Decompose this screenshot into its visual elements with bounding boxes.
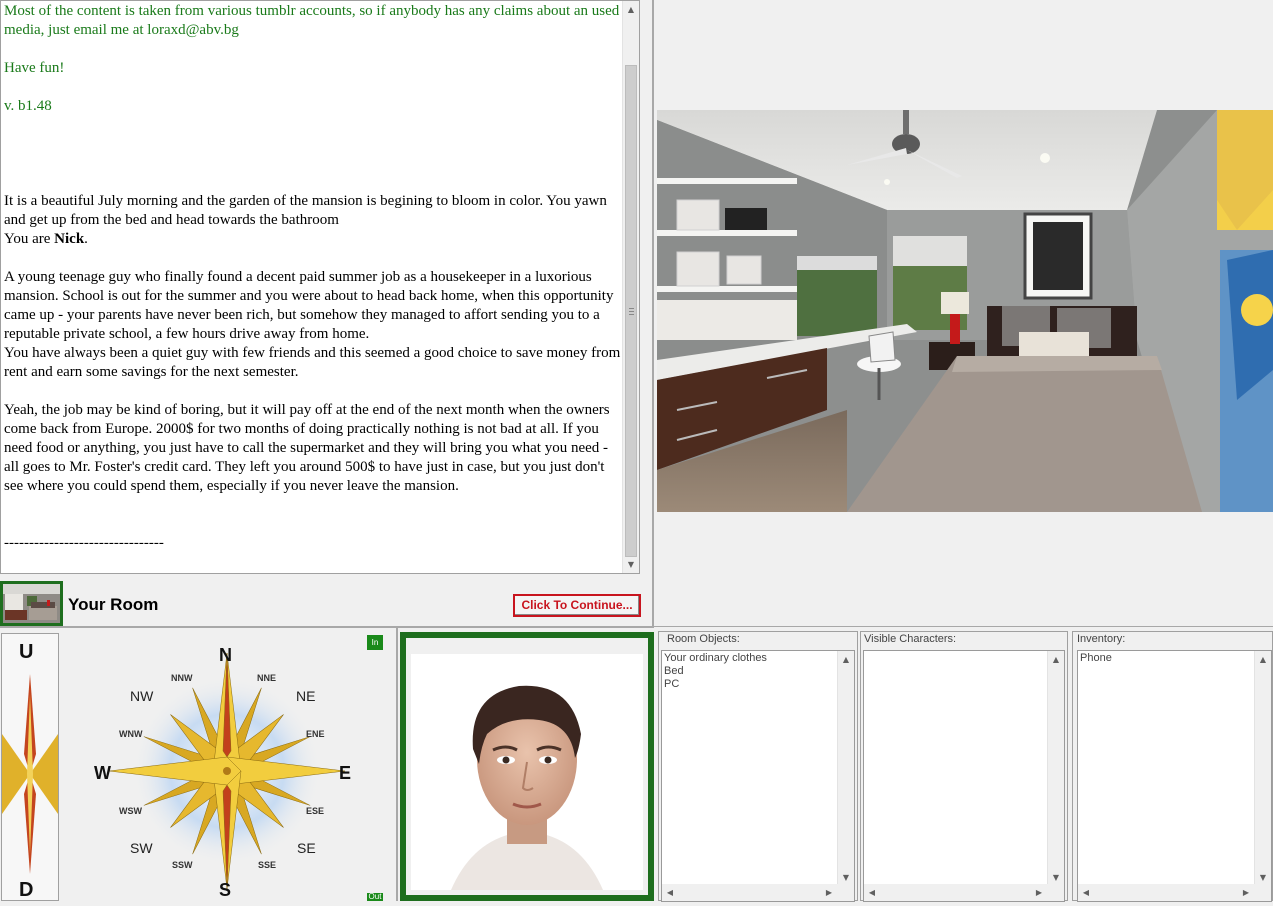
compass-sse[interactable]: SSE: [258, 860, 276, 870]
you-are-suffix: .: [84, 231, 88, 247]
scroll-down-arrow-icon[interactable]: ▼: [623, 556, 639, 573]
story-text-pane[interactable]: Most of the content is taken from variou…: [0, 0, 640, 574]
room-object-item[interactable]: Your ordinary clothes: [664, 652, 767, 665]
intro-line-credits: Most of the content is taken from variou…: [4, 3, 620, 38]
inventory-hscroll[interactable]: ◀ ▶: [1078, 884, 1254, 901]
scroll-right-arrow-icon[interactable]: ▶: [821, 884, 837, 901]
compass-divider: [396, 628, 398, 901]
out-button[interactable]: Out: [367, 893, 383, 901]
compass-northeast[interactable]: NE: [296, 688, 315, 704]
scene-image: [657, 110, 1273, 512]
player-name: Nick: [54, 231, 85, 247]
inventory-item[interactable]: Phone: [1080, 652, 1112, 665]
character-portrait-frame[interactable]: [400, 632, 654, 901]
room-objects-vscroll[interactable]: ▲ ▼: [837, 651, 854, 886]
compass-ene[interactable]: ENE: [306, 729, 325, 739]
compass-wnw[interactable]: WNW: [119, 729, 143, 739]
scroll-left-arrow-icon[interactable]: ◀: [1078, 884, 1094, 901]
inventory-title: Inventory:: [1077, 633, 1126, 645]
visible-characters-hscroll[interactable]: ◀ ▶: [864, 884, 1047, 901]
pane-divider: [652, 0, 654, 626]
room-objects-hscroll[interactable]: ◀ ▶: [662, 884, 837, 901]
story-paragraph: A young teenage guy who finally found a …: [4, 269, 614, 342]
player-portrait-image: [411, 654, 643, 890]
inventory-vscroll[interactable]: ▲ ▼: [1254, 651, 1271, 886]
up-down-star-graphic: [2, 674, 58, 874]
scroll-up-arrow-icon[interactable]: ▲: [838, 651, 854, 668]
inventory-panel: Inventory: Phone ▲ ▼ ◀ ▶: [1072, 631, 1273, 902]
visible-characters-panel: Visible Characters: ▲ ▼ ◀ ▶: [860, 631, 1068, 902]
inventory-list[interactable]: Phone ▲ ▼ ◀ ▶: [1077, 650, 1272, 902]
down-direction[interactable]: D: [19, 879, 33, 902]
compass-southwest[interactable]: SW: [130, 840, 153, 856]
character-portrait: [411, 654, 643, 890]
compass-north[interactable]: N: [219, 645, 232, 666]
compass-nnw[interactable]: NNW: [171, 673, 193, 683]
visible-characters-title: Visible Characters:: [864, 633, 957, 645]
compass-west[interactable]: W: [94, 763, 111, 784]
scroll-thumb[interactable]: [625, 65, 637, 557]
story-paragraph: Yeah, the job may be kind of boring, but…: [4, 402, 610, 494]
story-paragraph: You have always been a quiet guy with fe…: [4, 345, 621, 380]
location-thumbnail: [0, 581, 63, 626]
room-objects-title: Room Objects:: [667, 633, 740, 645]
room-objects-list[interactable]: Your ordinary clothes Bed PC ▲ ▼ ◀ ▶: [661, 650, 855, 902]
story-scrollbar[interactable]: ▲ ▼: [622, 1, 639, 573]
visible-characters-list[interactable]: ▲ ▼ ◀ ▶: [863, 650, 1065, 902]
room-object-item[interactable]: PC: [664, 678, 767, 691]
scroll-left-arrow-icon[interactable]: ◀: [864, 884, 880, 901]
scroll-right-arrow-icon[interactable]: ▶: [1238, 884, 1254, 901]
up-down-compass: [1, 633, 59, 901]
up-direction[interactable]: U: [19, 641, 33, 664]
scroll-up-arrow-icon[interactable]: ▲: [1048, 651, 1064, 668]
compass-wsw[interactable]: WSW: [119, 806, 142, 816]
room-objects-panel: Room Objects: Your ordinary clothes Bed …: [658, 631, 858, 902]
visible-characters-vscroll[interactable]: ▲ ▼: [1047, 651, 1064, 886]
compass-northwest[interactable]: NW: [130, 688, 153, 704]
compass-east[interactable]: E: [339, 763, 351, 784]
compass-south[interactable]: S: [219, 880, 231, 901]
compass-nne[interactable]: NNE: [257, 673, 276, 683]
story-text: Most of the content is taken from variou…: [4, 2, 624, 553]
you-are-prefix: You are: [4, 231, 55, 247]
story-paragraph: It is a beautiful July morning and the g…: [4, 193, 607, 228]
room-object-item[interactable]: Bed: [664, 665, 767, 678]
scroll-right-arrow-icon[interactable]: ▶: [1031, 884, 1047, 901]
scroll-up-arrow-icon[interactable]: ▲: [1255, 651, 1271, 668]
intro-line-version: v. b1.48: [4, 98, 52, 114]
bedroom-scene-illustration: [657, 110, 1273, 512]
scroll-up-arrow-icon[interactable]: ▲: [623, 1, 639, 18]
bedroom-thumbnail-image: [3, 584, 60, 623]
in-button[interactable]: In: [367, 635, 383, 650]
you-are-line: You are Nick.: [4, 230, 624, 249]
story-separator: --------------------------------: [4, 535, 164, 551]
continue-button[interactable]: Click To Continue...: [513, 594, 641, 617]
compass-ese[interactable]: ESE: [306, 806, 324, 816]
compass-ssw[interactable]: SSW: [172, 860, 193, 870]
compass-southeast[interactable]: SE: [297, 840, 316, 856]
intro-line-have-fun: Have fun!: [4, 60, 65, 76]
location-name: Your Room: [68, 595, 159, 614]
scroll-left-arrow-icon[interactable]: ◀: [662, 884, 678, 901]
